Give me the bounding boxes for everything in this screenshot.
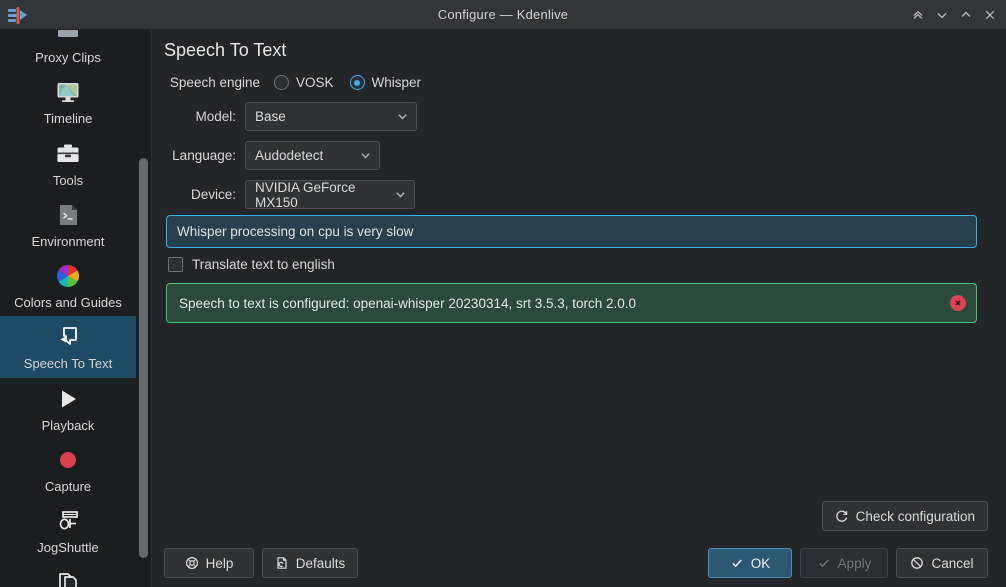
ok-button[interactable]: OK	[708, 548, 792, 578]
radio-whisper[interactable]: Whisper	[349, 75, 422, 90]
dialog-footer: Help Defaults OK Apply Cancel	[152, 539, 1006, 587]
apply-button[interactable]: Apply	[800, 548, 888, 578]
translate-checkbox-row[interactable]: Translate text to english	[168, 257, 988, 272]
window-controls	[906, 0, 1002, 29]
play-icon	[53, 384, 83, 414]
info-message: Whisper processing on cpu is very slow	[166, 215, 977, 248]
close-icon[interactable]	[950, 295, 966, 311]
title-bar: Configure — Kdenlive	[0, 0, 1006, 30]
chevron-down-icon	[394, 188, 407, 201]
sidebar-item-proxy-clips[interactable]: Proxy Clips	[0, 30, 136, 71]
defaults-label: Defaults	[295, 555, 346, 571]
check-configuration-button[interactable]: Check configuration	[821, 501, 988, 531]
configure-dialog: Configure — Kdenlive Proxy Clips Timelin…	[0, 0, 1006, 587]
sidebar-item-capture[interactable]: Capture	[0, 439, 136, 500]
sidebar-item-label: Timeline	[43, 111, 93, 127]
cancel-button[interactable]: Cancel	[896, 548, 988, 578]
dialog-body: Proxy Clips Timeline Tools Environment C…	[0, 30, 1006, 587]
sidebar-item-playback[interactable]: Playback	[0, 378, 136, 439]
window-title: Configure — Kdenlive	[437, 7, 569, 22]
model-label: Model:	[195, 109, 236, 124]
check-configuration-wrap: Check configuration	[821, 501, 988, 531]
chevron-up-icon[interactable]	[954, 2, 978, 28]
speech-engine-label: Speech engine	[169, 75, 260, 90]
jogshuttle-icon	[53, 506, 83, 536]
sidebar-item-label: Proxy Clips	[35, 50, 101, 65]
ok-label: OK	[750, 555, 771, 571]
copy-pages-icon	[53, 568, 83, 587]
defaults-button[interactable]: Defaults	[262, 548, 358, 578]
close-icon[interactable]	[978, 2, 1002, 28]
double-chevron-up-icon[interactable]	[906, 2, 930, 28]
kdenlive-icon	[3, 1, 31, 29]
sidebar-item-label: Speech To Text	[23, 356, 113, 372]
radio-vosk-indicator[interactable]	[274, 75, 289, 90]
sidebar-item-speech-to-text[interactable]: Speech To Text	[0, 316, 136, 378]
language-row: Language: Audodetect	[164, 141, 988, 170]
radio-vosk-label: VOSK	[296, 75, 334, 90]
sidebar-scrollbar-thumb[interactable]	[139, 158, 148, 558]
sidebar: Proxy Clips Timeline Tools Environment C…	[0, 30, 152, 587]
sidebar-item-transcode[interactable]: Transcode	[0, 562, 136, 587]
status-message: Speech to text is configured: openai-whi…	[166, 283, 977, 323]
model-value: Base	[255, 109, 286, 124]
language-label: Language:	[172, 148, 236, 163]
radio-whisper-label: Whisper	[371, 75, 422, 90]
chevron-down-icon	[396, 110, 409, 123]
device-row: Device: NVIDIA GeForce MX150	[164, 179, 988, 210]
cancel-icon	[910, 556, 924, 570]
translate-checkbox[interactable]	[168, 257, 183, 272]
radio-whisper-indicator[interactable]	[349, 75, 365, 90]
model-row: Model: Base	[164, 102, 988, 131]
help-icon	[185, 556, 199, 570]
sidebar-scrollbar[interactable]	[138, 30, 149, 587]
monitor-icon	[53, 77, 83, 107]
translate-checkbox-label: Translate text to english	[192, 257, 335, 272]
sidebar-item-colors-and-guides[interactable]: Colors and Guides	[0, 255, 136, 316]
sidebar-item-jogshuttle[interactable]: JogShuttle	[0, 500, 136, 561]
record-icon	[53, 445, 83, 475]
cancel-label: Cancel	[931, 555, 974, 571]
info-message-text: Whisper processing on cpu is very slow	[177, 224, 414, 239]
sidebar-item-environment[interactable]: Environment	[0, 194, 136, 255]
apply-label: Apply	[837, 555, 872, 571]
defaults-icon	[275, 556, 289, 570]
sidebar-item-label: JogShuttle	[37, 540, 99, 556]
sidebar-item-label: Capture	[44, 479, 92, 495]
chevron-down-icon	[359, 149, 372, 162]
check-icon	[817, 556, 831, 570]
terminal-document-icon	[53, 200, 83, 230]
help-label: Help	[205, 555, 234, 571]
help-button[interactable]: Help	[164, 548, 254, 578]
device-label: Device:	[190, 187, 236, 202]
main-panel: Speech To Text Speech engine VOSK Whispe…	[152, 30, 1006, 587]
footer-left-buttons: Help Defaults	[164, 548, 358, 578]
sidebar-item-label: Colors and Guides	[14, 295, 122, 311]
sidebar-item-label: Environment	[31, 233, 105, 249]
refresh-icon	[835, 509, 849, 523]
color-wheel-icon	[53, 261, 83, 291]
check-configuration-label: Check configuration	[855, 508, 975, 524]
device-value: NVIDIA GeForce MX150	[255, 179, 356, 210]
sidebar-item-label: Tools	[52, 172, 84, 188]
sidebar-item-label: Playback	[41, 417, 95, 433]
speech-to-text-icon	[53, 322, 83, 352]
language-combobox[interactable]: Audodetect	[245, 141, 380, 170]
check-icon	[730, 556, 744, 570]
radio-vosk[interactable]: VOSK	[274, 75, 334, 90]
speech-engine-row: Speech engine VOSK Whisper	[164, 75, 988, 90]
sidebar-item-tools[interactable]: Tools	[0, 133, 136, 194]
model-combobox[interactable]: Base	[245, 102, 417, 131]
sidebar-list: Proxy Clips Timeline Tools Environment C…	[0, 30, 136, 587]
device-combobox[interactable]: NVIDIA GeForce MX150	[245, 179, 415, 210]
sidebar-item-timeline[interactable]: Timeline	[0, 71, 136, 132]
page-title: Speech To Text	[164, 40, 287, 60]
footer-right-buttons: OK Apply Cancel	[708, 548, 988, 578]
chevron-down-icon[interactable]	[930, 2, 954, 28]
toolbox-icon	[53, 139, 83, 169]
language-value: Audodetect	[255, 148, 324, 163]
proxy-clips-icon	[53, 30, 83, 46]
status-message-text: Speech to text is configured: openai-whi…	[179, 295, 637, 311]
